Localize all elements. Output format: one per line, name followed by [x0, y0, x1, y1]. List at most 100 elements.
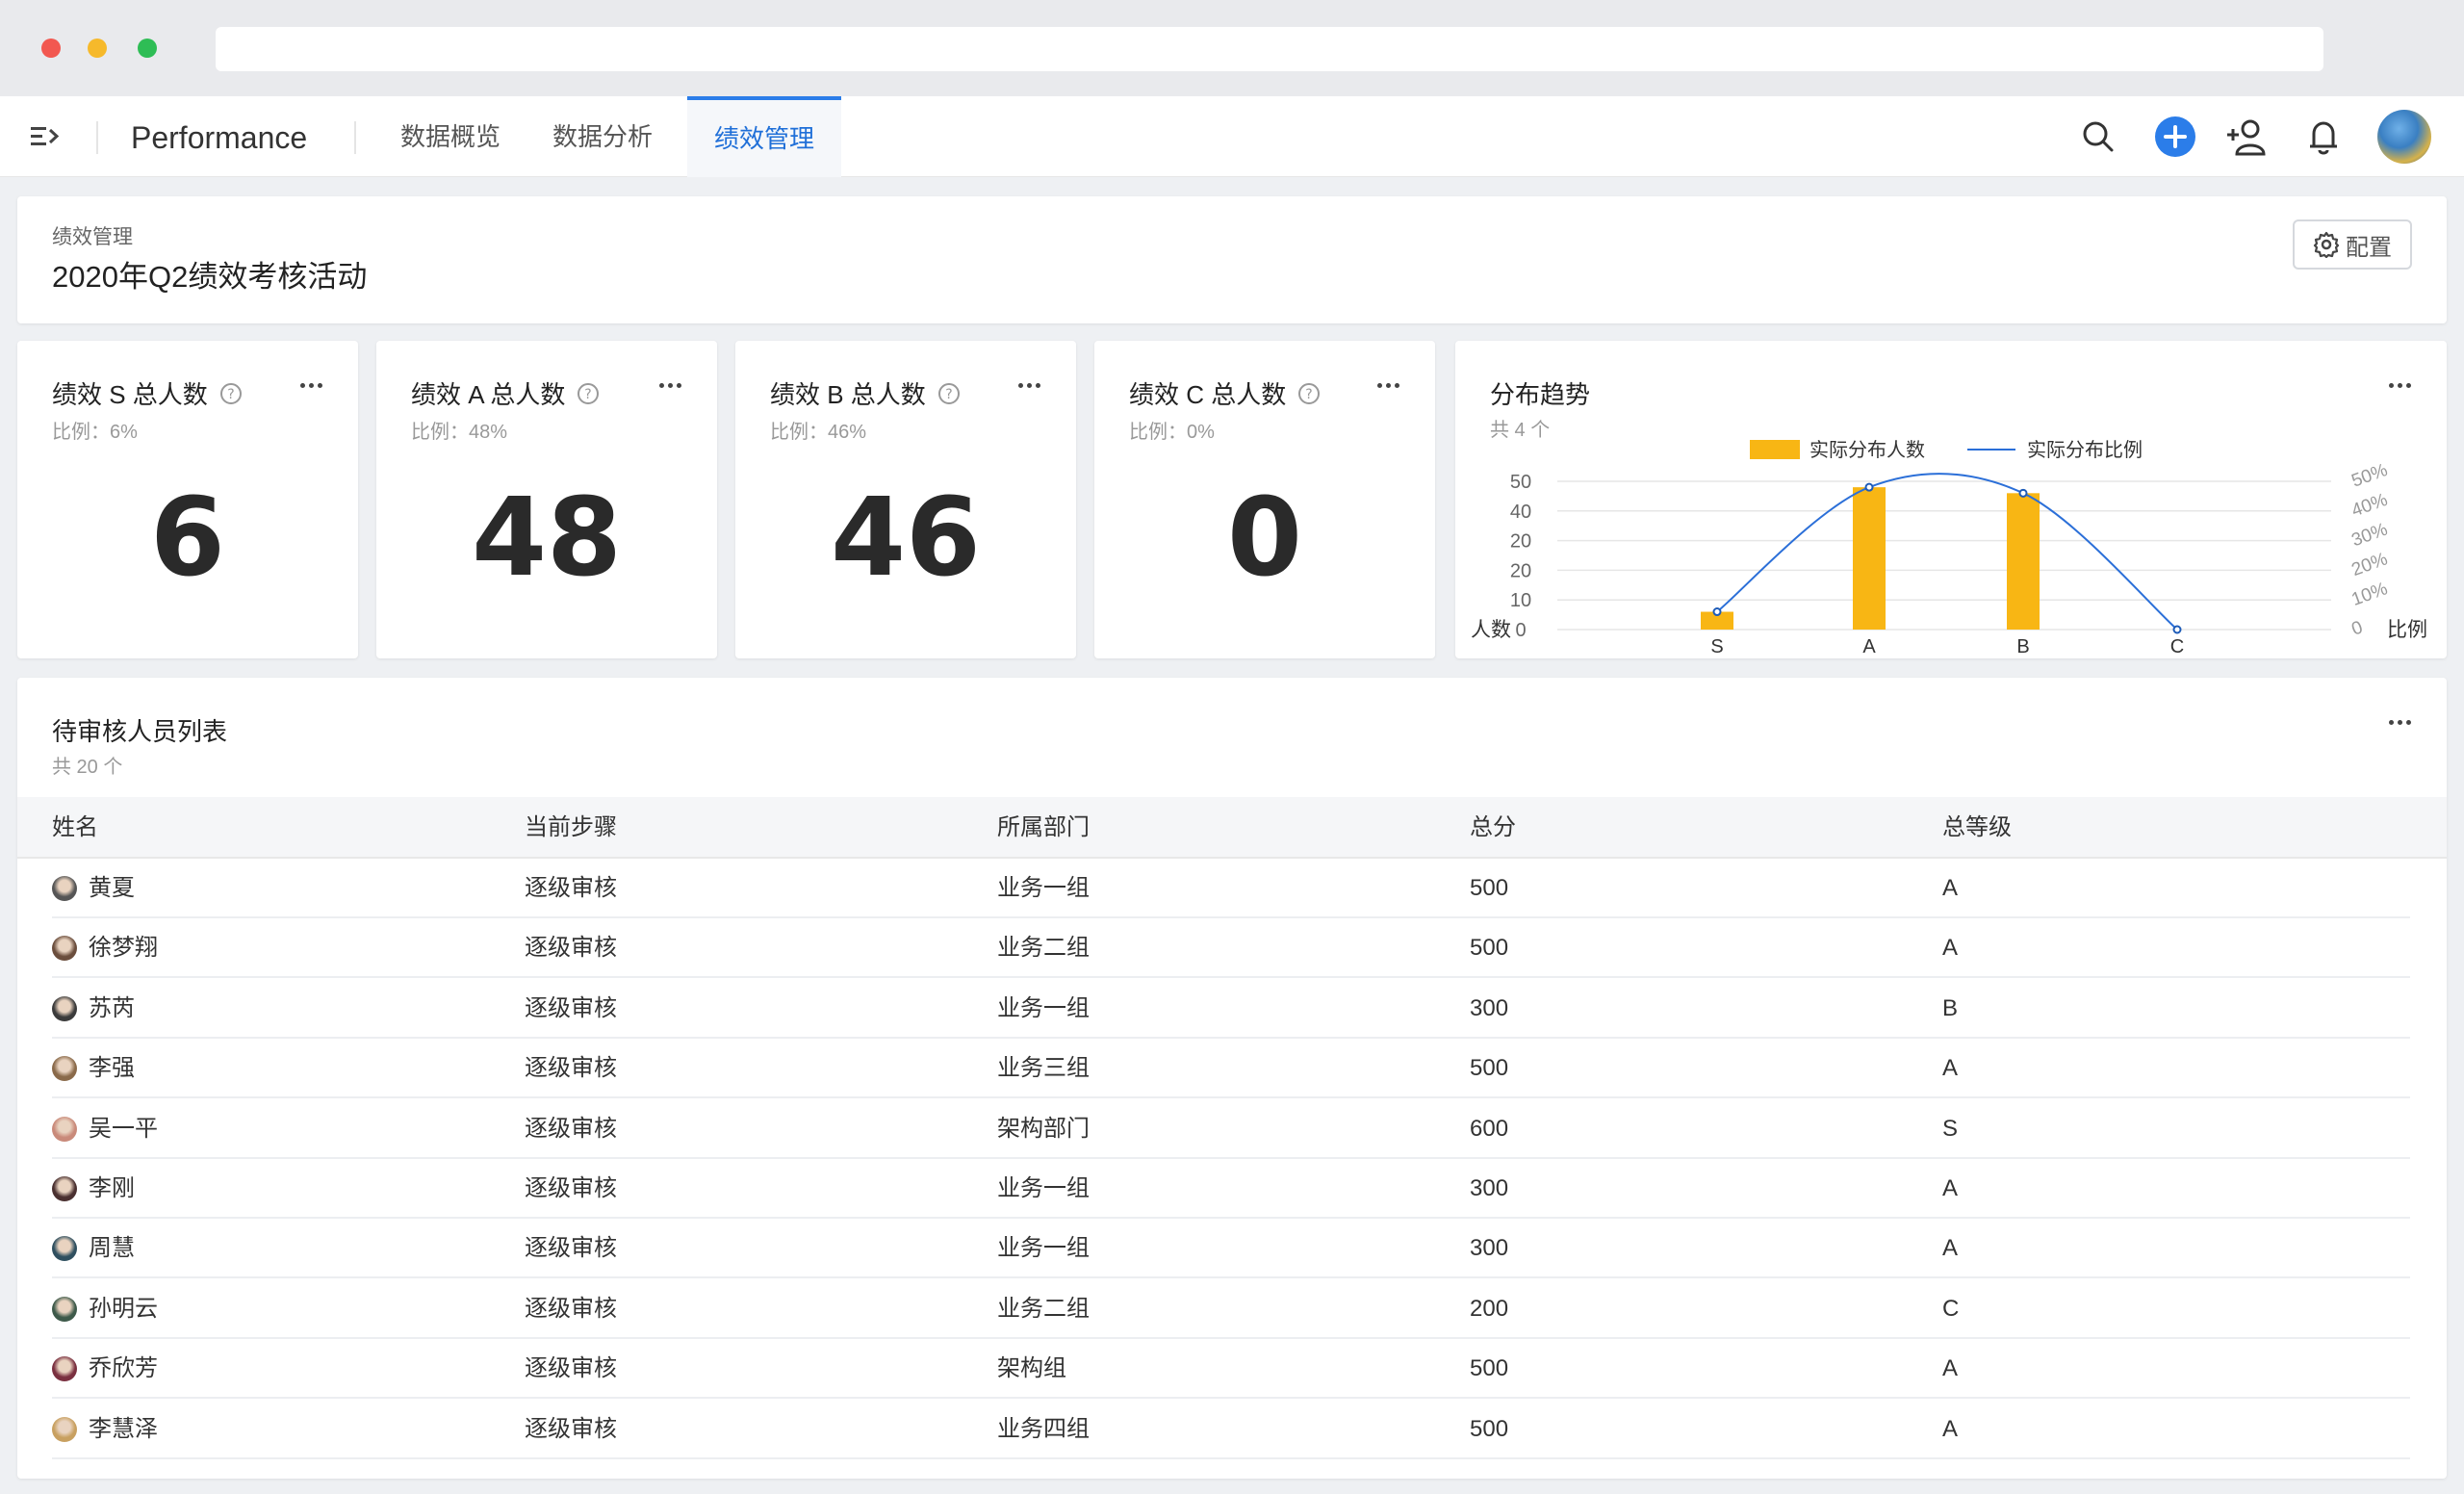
cell-step: 逐级审核 [525, 1115, 617, 1142]
y-tick-label: 20 [1510, 560, 1531, 581]
window-close-button[interactable] [41, 39, 61, 58]
window-maximize-button[interactable] [138, 39, 157, 58]
table-row[interactable]: 黄夏 逐级审核 业务一组 500 A [52, 859, 2410, 918]
stat-title: 绩效 B 总人数 [770, 380, 926, 409]
menu-toggle-icon[interactable] [29, 121, 64, 152]
table-title: 待审核人员列表 [52, 717, 228, 746]
cell-grade: A [1942, 1415, 1959, 1442]
cell-grade: B [1942, 994, 1959, 1021]
table-row[interactable]: 李慧泽 逐级审核 业务四组 500 A [52, 1400, 2410, 1459]
ratio-point [1712, 607, 1722, 617]
avatar [52, 936, 77, 962]
avatar [52, 995, 77, 1021]
y2-axis-label: 比例 [2387, 619, 2427, 641]
window-minimize-button[interactable] [88, 39, 107, 58]
more-icon[interactable] [2389, 718, 2418, 728]
cell-grade: A [1942, 1175, 1959, 1201]
add-icon[interactable] [2154, 116, 2196, 158]
column-header-name[interactable]: 姓名 [52, 797, 98, 859]
cell-grade: A [1942, 1235, 1959, 1262]
help-icon[interactable]: ? [937, 382, 961, 405]
cell-name: 孙明云 [89, 1295, 158, 1322]
table-row[interactable]: 吴一平 逐级审核 架构部门 600 S [52, 1099, 2410, 1159]
table-row[interactable]: 李强 逐级审核 业务三组 500 A [52, 1039, 2410, 1099]
address-bar[interactable] [216, 27, 2323, 71]
chart-legend: 实际分布人数 实际分布比例 [1750, 439, 2143, 461]
column-header-dept[interactable]: 所属部门 [997, 797, 1090, 859]
user-avatar[interactable] [2377, 110, 2431, 164]
bell-icon[interactable] [2302, 116, 2345, 158]
add-user-icon[interactable] [2225, 116, 2268, 158]
cell-score: 600 [1470, 1115, 1509, 1142]
y-tick-label: 50 [1510, 472, 1531, 493]
more-icon[interactable] [1018, 381, 1047, 391]
cell-score: 500 [1470, 1355, 1509, 1382]
table-row[interactable]: 孙明云 逐级审核 业务二组 200 C [52, 1279, 2410, 1339]
config-button-label: 配置 [2346, 234, 2392, 261]
cell-step: 逐级审核 [525, 1295, 617, 1322]
cell-score: 500 [1470, 1055, 1509, 1082]
help-icon[interactable]: ? [1297, 382, 1321, 405]
stat-value: 46 [831, 476, 981, 601]
stat-title: 绩效 C 总人数 [1129, 380, 1287, 409]
column-header-grade[interactable]: 总等级 [1942, 797, 2012, 859]
breadcrumb[interactable]: 绩效管理 [52, 221, 133, 250]
table-row[interactable]: 徐梦翔 逐级审核 业务二组 500 A [52, 918, 2410, 979]
cell-name: 李强 [89, 1055, 135, 1082]
cell-score: 500 [1470, 875, 1509, 901]
column-header-step[interactable]: 当前步骤 [525, 797, 617, 859]
avatar [52, 876, 77, 901]
cell-step: 逐级审核 [525, 935, 617, 962]
tab-data-overview[interactable]: 数据概览 [383, 96, 518, 177]
stat-card-a: 绩效 A 总人数 ? 比例：48% 48 [376, 341, 717, 658]
cell-grade: A [1942, 1055, 1959, 1082]
nav-divider [96, 121, 98, 154]
gear-icon [2313, 231, 2340, 258]
cell-dept: 业务二组 [997, 935, 1090, 962]
table-row[interactable]: 周慧 逐级审核 业务一组 300 A [52, 1219, 2410, 1279]
stat-card-b: 绩效 B 总人数 ? 比例：46% 46 [735, 341, 1076, 658]
config-button[interactable]: 配置 [2293, 219, 2412, 270]
cell-step: 逐级审核 [525, 1055, 617, 1082]
y-axis-label: 人数 [1471, 619, 1511, 641]
cell-step: 逐级审核 [525, 875, 617, 901]
ratio-point [2018, 488, 2028, 498]
y2-tick-label: 20% [2349, 549, 2391, 580]
cell-step: 逐级审核 [525, 1235, 617, 1262]
help-icon[interactable]: ? [577, 382, 600, 405]
bar [1853, 487, 1886, 630]
cell-score: 300 [1470, 1235, 1509, 1262]
table-row[interactable]: 李刚 逐级审核 业务一组 300 A [52, 1159, 2410, 1219]
bar [2007, 493, 2040, 630]
cell-dept: 业务一组 [997, 875, 1090, 901]
column-header-score[interactable]: 总分 [1470, 797, 1516, 859]
cell-step: 逐级审核 [525, 1355, 617, 1382]
legend-label-line[interactable]: 实际分布比例 [2027, 439, 2143, 461]
avatar [52, 1116, 77, 1142]
y-tick-label: 0 [1515, 620, 1526, 641]
stat-ratio: 比例：48% [411, 422, 508, 443]
cell-name: 吴一平 [89, 1115, 158, 1142]
brand-title: Performance [131, 120, 308, 155]
tab-data-analysis[interactable]: 数据分析 [535, 96, 670, 177]
cell-name: 周慧 [89, 1235, 135, 1262]
tab-performance-management[interactable]: 绩效管理 [687, 96, 841, 177]
x-tick-label: A [1862, 636, 1876, 657]
search-icon[interactable] [2077, 116, 2119, 158]
legend-label-bar[interactable]: 实际分布人数 [1810, 439, 1925, 461]
more-icon[interactable] [659, 381, 688, 391]
more-icon[interactable] [1377, 381, 1406, 391]
avatar [52, 1236, 77, 1262]
table-row[interactable]: 苏芮 逐级审核 业务一组 300 B [52, 979, 2410, 1039]
table-row[interactable]: 乔欣芳 逐级审核 架构组 500 A [52, 1339, 2410, 1400]
cell-grade: A [1942, 875, 1959, 901]
more-icon[interactable] [300, 381, 329, 391]
browser-chrome [0, 0, 2464, 96]
cell-score: 500 [1470, 935, 1509, 962]
stat-title: 绩效 S 总人数 [52, 380, 208, 409]
avatar [52, 1176, 77, 1201]
help-icon[interactable]: ? [219, 382, 243, 405]
cell-dept: 架构部门 [997, 1115, 1090, 1142]
x-tick-label: B [2016, 636, 2029, 657]
cell-dept: 业务三组 [997, 1055, 1090, 1082]
